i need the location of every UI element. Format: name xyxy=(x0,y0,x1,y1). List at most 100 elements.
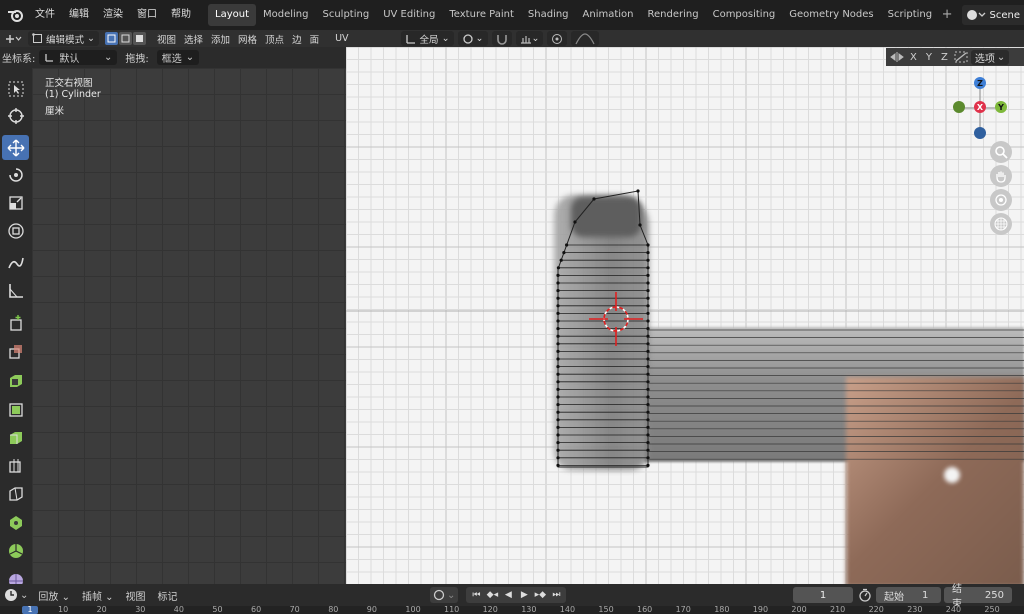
vertex[interactable] xyxy=(556,403,560,407)
vertex[interactable] xyxy=(556,387,560,391)
playback-menu[interactable]: 回放 ⌄ xyxy=(32,588,76,603)
vertex[interactable] xyxy=(556,433,560,437)
menu-view[interactable]: 视图 xyxy=(153,31,180,46)
vertex[interactable] xyxy=(556,395,560,399)
current-frame-indicator[interactable]: 1 xyxy=(22,606,38,614)
vertex[interactable] xyxy=(646,463,650,467)
tab-animation[interactable]: Animation xyxy=(576,4,641,26)
spin-tool[interactable] xyxy=(2,510,29,535)
loop-cut-tool[interactable] xyxy=(2,424,29,449)
vertex[interactable] xyxy=(556,357,560,361)
menu-window[interactable]: 窗口 xyxy=(130,0,164,30)
vertex[interactable] xyxy=(556,380,560,384)
vertex[interactable] xyxy=(646,311,650,315)
rotate-tool[interactable] xyxy=(2,162,29,187)
transform-orientation-dropdown[interactable]: 全局 ⌄ xyxy=(400,31,454,46)
y-axis-handle[interactable]: Y xyxy=(995,101,1007,113)
vertex[interactable] xyxy=(556,456,560,460)
vertex[interactable] xyxy=(562,251,566,255)
vertex[interactable] xyxy=(646,251,650,255)
vertex[interactable] xyxy=(646,281,650,285)
record-icon[interactable] xyxy=(433,589,445,601)
vertex[interactable] xyxy=(556,365,560,369)
vertex[interactable] xyxy=(556,349,560,353)
vertex-select-button[interactable] xyxy=(104,32,118,45)
orientation-dropdown[interactable]: 默认 ⌄ xyxy=(39,50,118,65)
play-reverse-icon[interactable]: ◀ xyxy=(501,588,515,602)
vertex[interactable] xyxy=(556,273,560,277)
vertex[interactable] xyxy=(573,220,577,224)
neg-y-axis-handle[interactable] xyxy=(953,101,965,113)
neg-z-axis-handle[interactable] xyxy=(974,127,986,139)
vertex[interactable] xyxy=(646,304,650,308)
face-select-button[interactable] xyxy=(132,32,146,45)
vertex[interactable] xyxy=(646,289,650,293)
tab-texture-paint[interactable]: Texture Paint xyxy=(442,4,521,26)
menu-vertex[interactable]: 顶点 xyxy=(261,31,288,46)
vertex[interactable] xyxy=(556,372,560,376)
tab-geometry-nodes[interactable]: Geometry Nodes xyxy=(782,4,880,26)
menu-add[interactable]: 添加 xyxy=(207,31,234,46)
vertex[interactable] xyxy=(556,425,560,429)
jump-end-icon[interactable]: ⏭ xyxy=(549,588,563,602)
select-box-tool[interactable] xyxy=(2,76,29,101)
extrude-region-tool[interactable] xyxy=(2,338,29,363)
vertex[interactable] xyxy=(646,296,650,300)
measure-tool[interactable] xyxy=(2,278,29,303)
vertex[interactable] xyxy=(556,463,560,467)
options-dropdown[interactable]: 选项 ⌄ xyxy=(970,49,1010,65)
vertex[interactable] xyxy=(556,327,560,331)
tab-sculpting[interactable]: Sculpting xyxy=(316,4,377,26)
tab-modeling[interactable]: Modeling xyxy=(256,4,316,26)
3d-viewport[interactable]: ⌄ ⌄ ⌄ ⌄ ⌄ X Y Z 选项 ⌄ Z Y X xyxy=(346,47,1024,584)
vertex[interactable] xyxy=(556,304,560,308)
start-frame-field[interactable]: 起始 1 xyxy=(876,587,941,603)
tab-shading[interactable]: Shading xyxy=(521,4,576,26)
jump-start-icon[interactable]: ⏮ xyxy=(469,588,483,602)
frame-ruler[interactable]: 1 10 20 30 40 50 60 70 80 90 100 110 120 130 140 150 16… xyxy=(0,606,1024,614)
vertex[interactable] xyxy=(646,258,650,262)
vertex[interactable] xyxy=(556,342,560,346)
mirror-z-button[interactable]: Z xyxy=(938,52,951,63)
cylinder-mesh[interactable] xyxy=(346,47,1024,584)
vertex[interactable] xyxy=(556,296,560,300)
mirror-icon[interactable] xyxy=(890,51,904,63)
vertex[interactable] xyxy=(646,243,650,247)
smooth-tool[interactable] xyxy=(2,538,29,563)
transform-tool[interactable] xyxy=(2,218,29,243)
x-axis-handle[interactable]: X xyxy=(974,101,986,113)
vertex[interactable] xyxy=(556,441,560,445)
prev-keyframe-icon[interactable]: ◆◂ xyxy=(485,588,499,602)
mode-dropdown[interactable]: 编辑模式 ⌄ xyxy=(28,31,99,46)
vertex[interactable] xyxy=(556,281,560,285)
vertex[interactable] xyxy=(556,319,560,323)
edge-select-button[interactable] xyxy=(118,32,132,45)
menu-face[interactable]: 面 xyxy=(306,31,324,46)
z-axis-handle[interactable]: Z xyxy=(974,77,986,89)
mirror-x-button[interactable]: X xyxy=(907,52,920,63)
perspective-toggle-button[interactable] xyxy=(990,213,1012,235)
vertex[interactable] xyxy=(556,289,560,293)
vertex[interactable] xyxy=(556,448,560,452)
menu-uv[interactable]: UV xyxy=(331,31,352,46)
add-workspace-button[interactable]: + xyxy=(939,4,955,26)
menu-edge[interactable]: 边 xyxy=(288,31,306,46)
vertex[interactable] xyxy=(556,410,560,414)
current-frame-field[interactable]: 1 xyxy=(793,587,853,603)
scale-tool[interactable] xyxy=(2,190,29,215)
annotate-tool[interactable] xyxy=(2,250,29,275)
vertex[interactable] xyxy=(556,266,561,270)
editor-type-button[interactable] xyxy=(0,31,26,46)
vertex[interactable] xyxy=(556,418,560,422)
vertex[interactable] xyxy=(638,223,642,227)
keying-menu[interactable]: 插帧 ⌄ xyxy=(76,588,120,603)
snap-toggle[interactable] xyxy=(491,31,512,46)
play-icon[interactable]: ▶ xyxy=(517,588,531,602)
mirror-y-button[interactable]: Y xyxy=(923,52,935,63)
vertex[interactable] xyxy=(556,311,560,315)
poly-build-tool[interactable] xyxy=(2,480,29,505)
tab-layout[interactable]: Layout xyxy=(208,4,256,26)
marker-menu[interactable]: 标记 xyxy=(152,588,184,603)
pivot-dropdown[interactable]: ⌄ xyxy=(457,31,488,46)
tab-uv-editing[interactable]: UV Editing xyxy=(376,4,442,26)
